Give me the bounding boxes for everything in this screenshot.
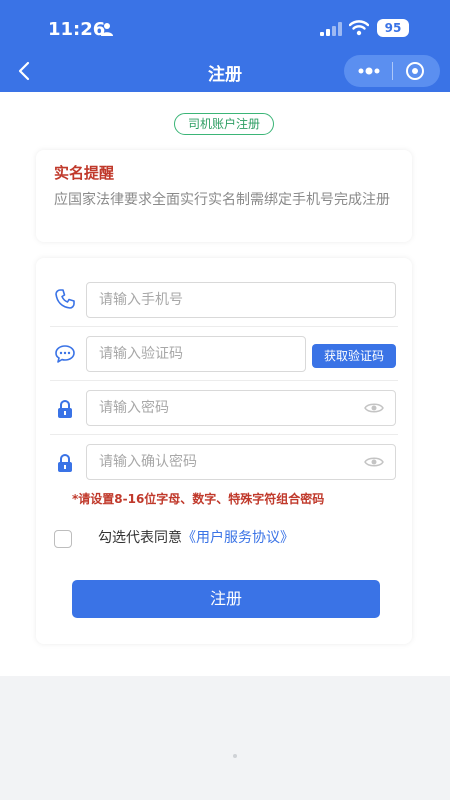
more-icon[interactable] — [354, 61, 384, 81]
nav-bar: 注册 — [0, 50, 450, 92]
password-hint: *请设置8-16位字母、数字、特殊字符组合密码 — [72, 492, 325, 506]
capsule-divider — [392, 62, 393, 80]
eye-icon[interactable] — [364, 400, 384, 416]
page-indicator-dot — [233, 754, 237, 758]
eye-icon[interactable] — [364, 454, 384, 470]
mini-program-capsule — [344, 55, 440, 87]
wifi-icon — [349, 20, 369, 36]
confirm-password-field[interactable] — [86, 444, 396, 480]
get-code-button[interactable]: 获取验证码 — [312, 344, 396, 368]
account-type-tag: 司机账户注册 — [174, 113, 274, 135]
lock-icon — [58, 399, 72, 418]
phone-field[interactable] — [86, 282, 396, 318]
notice-text: 应国家法律要求全面实行实名制需绑定手机号完成注册 — [54, 192, 390, 208]
user-agreement-link[interactable]: 《用户服务协议》 — [182, 530, 294, 546]
signal-icon — [320, 22, 342, 36]
bottom-area — [0, 676, 450, 800]
person-icon — [101, 23, 113, 36]
phone-icon — [55, 289, 75, 309]
lock-icon — [58, 453, 72, 472]
divider — [50, 326, 398, 327]
agreement-text: 勾选代表同意《用户服务协议》 — [98, 527, 294, 547]
notice-title: 实名提醒 — [54, 164, 115, 182]
divider — [50, 434, 398, 435]
battery-indicator: 95 — [377, 19, 409, 37]
target-icon[interactable] — [404, 61, 426, 81]
real-name-notice: 实名提醒 应国家法律要求全面实行实名制需绑定手机号完成注册 — [36, 150, 412, 242]
password-field[interactable] — [86, 390, 396, 426]
agree-prefix: 勾选代表同意 — [98, 530, 182, 546]
status-time: 11:26 — [48, 19, 106, 40]
code-field[interactable] — [86, 336, 306, 372]
divider — [50, 380, 398, 381]
top-header: 11:26 95 注册 — [0, 0, 450, 92]
status-bar: 11:26 95 — [0, 0, 450, 50]
agree-checkbox[interactable] — [54, 530, 72, 548]
register-form: 获取验证码 *请设置8-16位字母、数字、特殊字符组合密码 勾选代表同意《用户服… — [36, 258, 412, 644]
chat-icon — [55, 345, 75, 363]
register-button[interactable]: 注册 — [72, 580, 380, 618]
